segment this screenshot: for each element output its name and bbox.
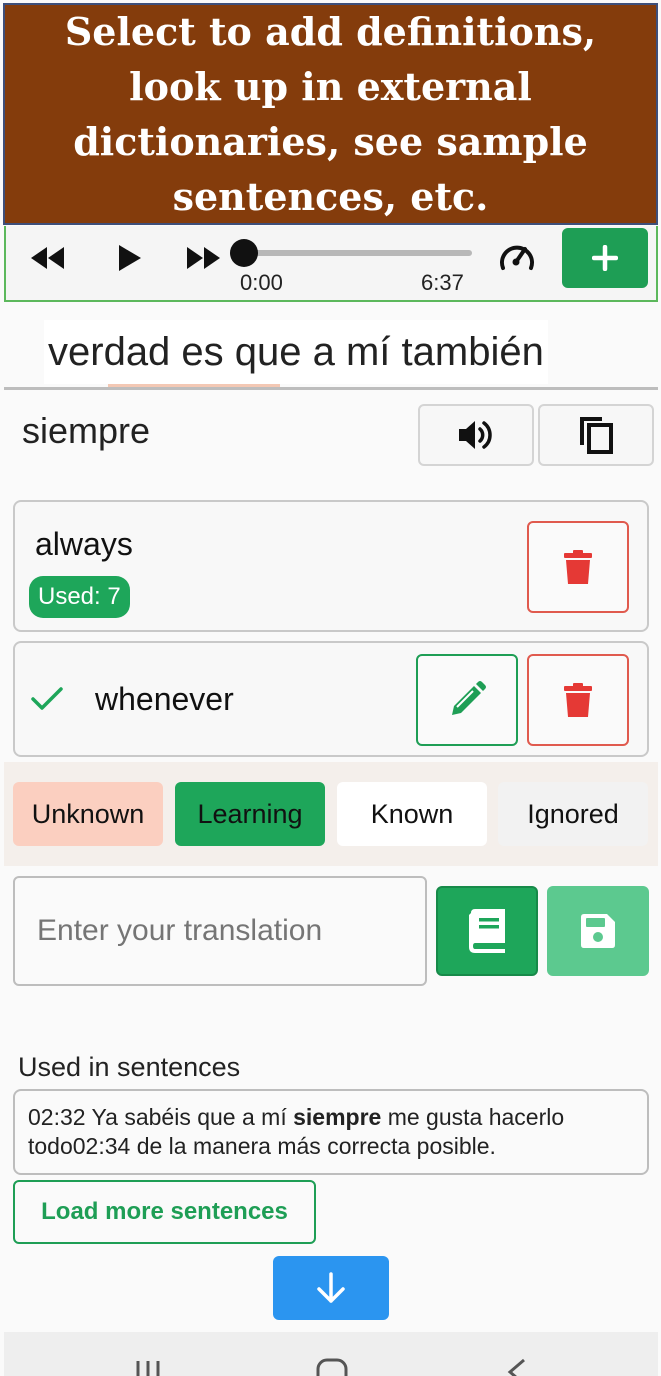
play-icon [119, 245, 141, 271]
trash-icon [564, 683, 592, 717]
delete-definition-button[interactable] [527, 521, 629, 613]
sentence-text[interactable]: verdad es que a mí también [44, 320, 548, 384]
sentences-title: Used in sentences [18, 1052, 241, 1082]
audio-player: 0:00 6:37 [4, 226, 658, 302]
word-highlight-underline [108, 384, 280, 387]
pronounce-button[interactable] [418, 404, 534, 466]
status-selector: Unknown Learning Known Ignored [4, 762, 658, 866]
definition-card: always Used: 7 [13, 500, 649, 632]
sentence-line: 02:32 Ya sabéis que a mí siempre me gust… [28, 1104, 565, 1130]
banner-text: Select to add definitions, look up in ex… [64, 9, 597, 219]
definition-card: whenever [13, 641, 649, 757]
fast-forward-icon [187, 247, 220, 269]
sentence-line: todo02:34 de la manera más correcta posi… [28, 1133, 496, 1159]
arrow-down-icon [317, 1272, 345, 1303]
dictionary-button[interactable] [436, 886, 538, 976]
highlighted-term: siempre [293, 1104, 382, 1130]
recent-apps-icon[interactable] [134, 1359, 162, 1376]
back-icon[interactable] [504, 1358, 528, 1376]
fast-forward-button[interactable] [182, 240, 226, 276]
instruction-banner: Select to add definitions, look up in ex… [3, 3, 658, 225]
speed-gauge-icon [500, 245, 534, 270]
progress-knob[interactable] [230, 239, 258, 267]
copy-icon [580, 417, 613, 454]
home-icon[interactable] [316, 1358, 348, 1376]
definition-text[interactable]: always [35, 526, 133, 563]
current-time: 0:00 [240, 270, 283, 295]
plus-icon [592, 245, 618, 271]
load-more-sentences-button[interactable]: Load more sentences [13, 1180, 316, 1244]
app-screen: Select to add definitions, look up in ex… [0, 0, 661, 1376]
save-translation-button[interactable] [547, 886, 649, 976]
definition-text[interactable]: whenever [95, 681, 234, 718]
rewind-button[interactable] [26, 240, 70, 276]
progress-track[interactable] [242, 250, 472, 256]
play-button[interactable] [110, 240, 150, 276]
playback-speed-button[interactable] [494, 238, 540, 274]
book-icon [469, 909, 505, 953]
save-icon [581, 914, 615, 948]
used-count-badge: Used: 7 [29, 576, 130, 618]
rewind-icon [31, 247, 64, 269]
delete-definition-button[interactable] [527, 654, 629, 746]
status-known-button[interactable]: Known [337, 782, 487, 846]
status-ignored-button[interactable]: Ignored [498, 782, 648, 846]
trash-icon [564, 550, 592, 584]
copy-button[interactable] [538, 404, 654, 466]
status-learning-button[interactable]: Learning [175, 782, 325, 846]
selected-term: siempre [22, 410, 151, 451]
pencil-icon [452, 681, 486, 715]
system-navigation-bar [4, 1332, 658, 1376]
duration: 6:37 [421, 270, 464, 295]
scroll-down-button[interactable] [273, 1256, 389, 1320]
status-unknown-button[interactable]: Unknown [13, 782, 163, 846]
sample-sentences: 02:32 Ya sabéis que a mí siempre me gust… [13, 1089, 649, 1175]
check-icon [31, 687, 63, 710]
speaker-icon [459, 421, 492, 449]
sentence-reader: verdad es que a mí también [4, 320, 658, 390]
translation-input[interactable] [13, 876, 427, 986]
add-button[interactable] [562, 228, 648, 288]
edit-definition-button[interactable] [416, 654, 518, 746]
